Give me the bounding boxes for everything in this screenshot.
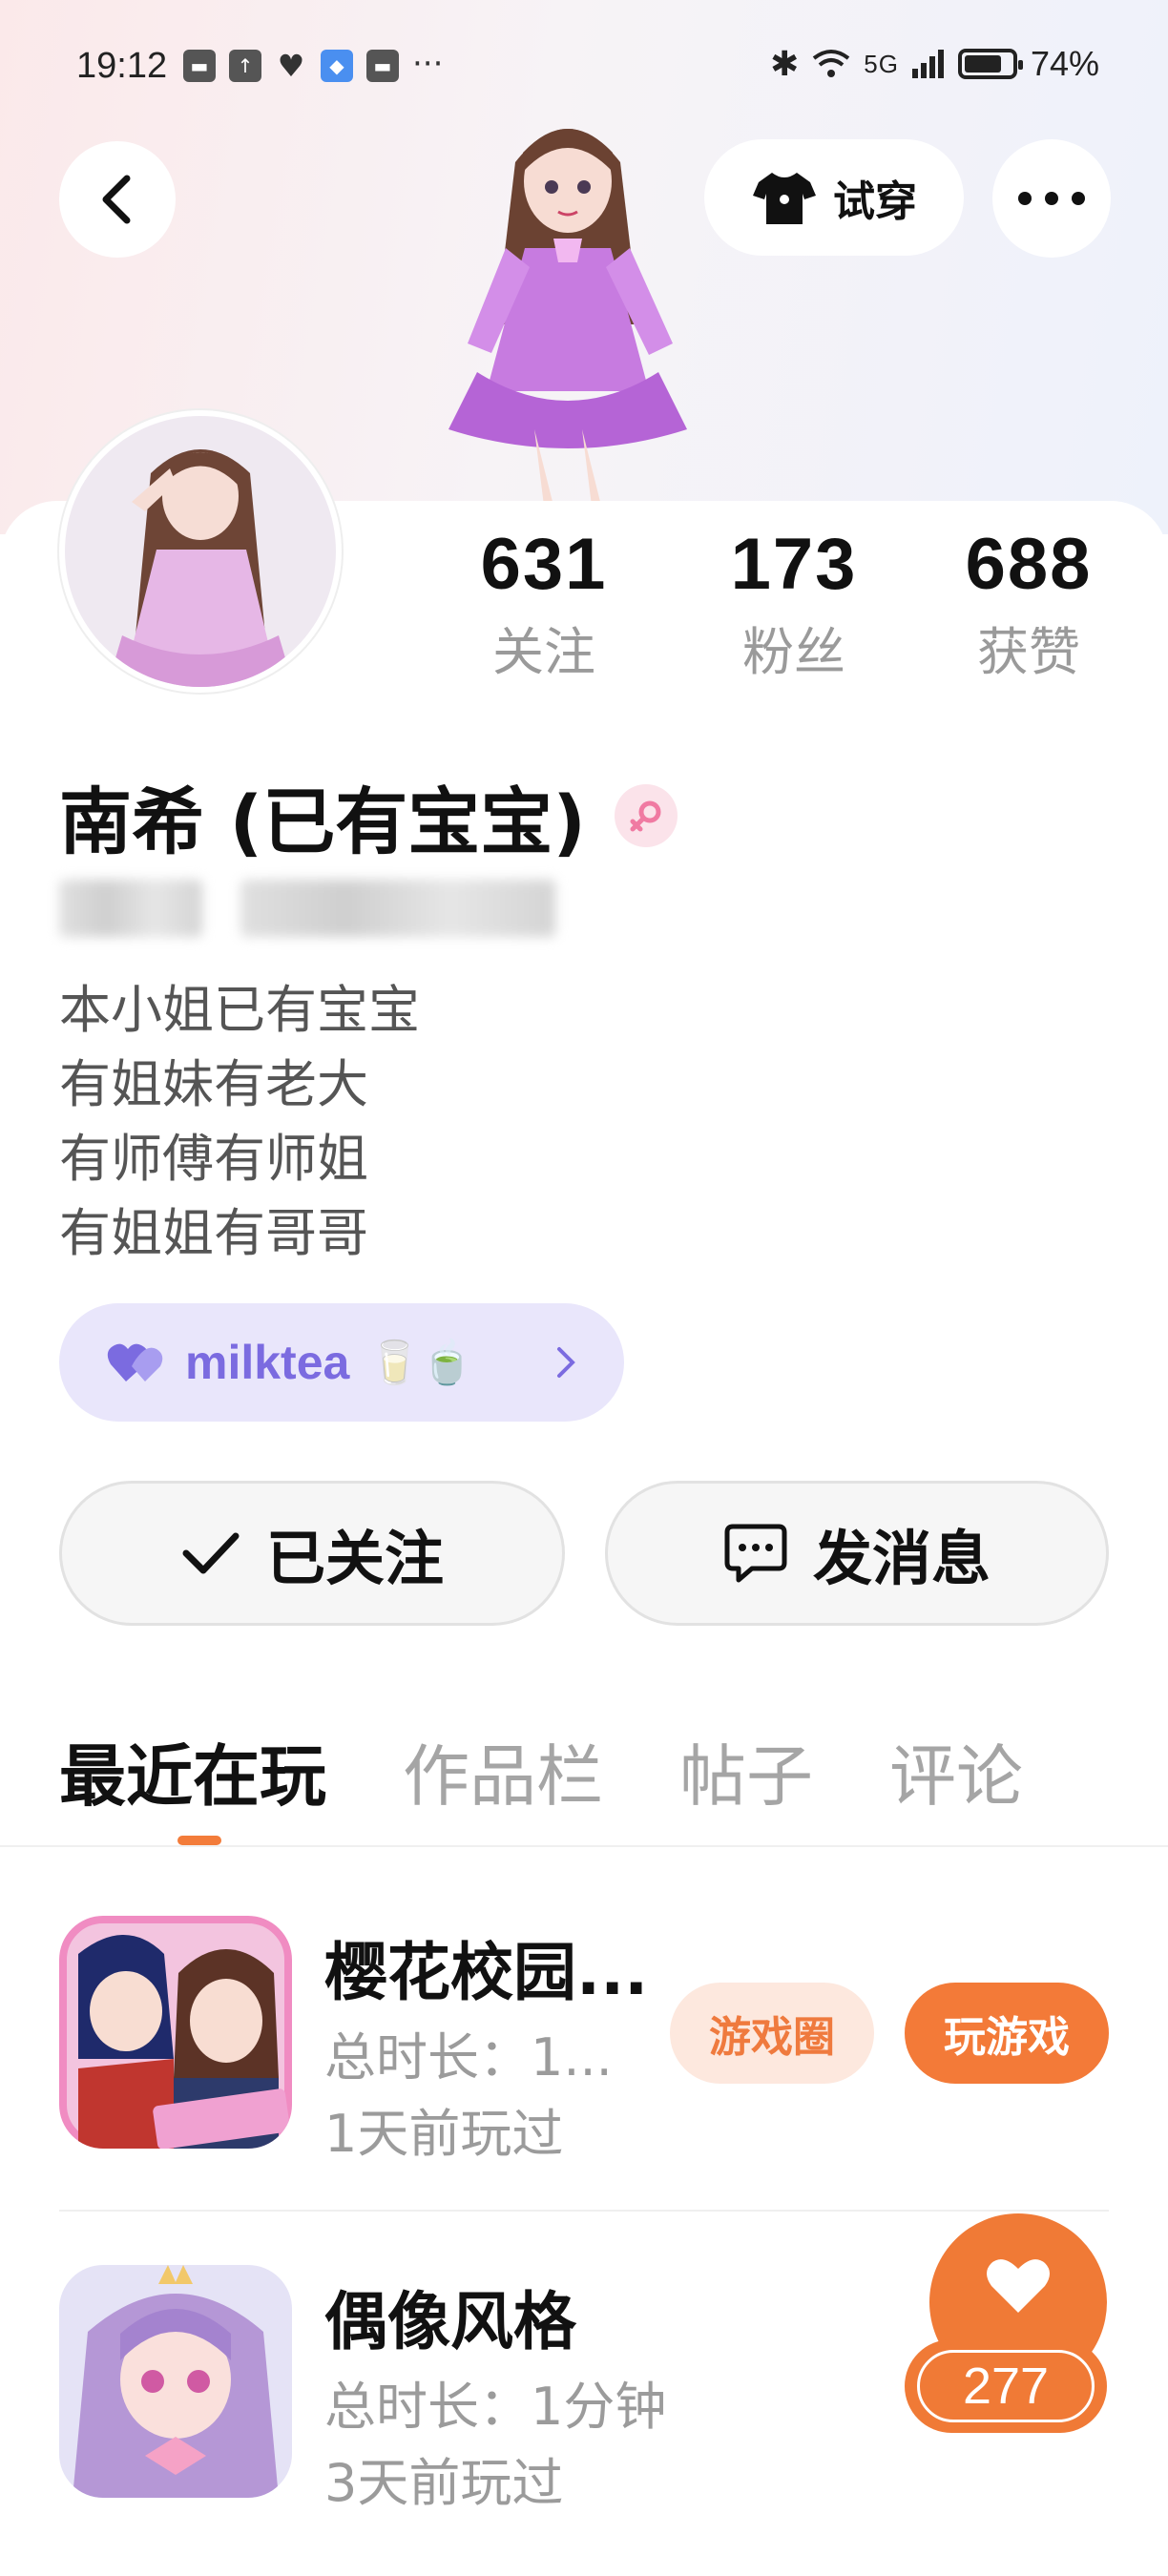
send-message-label: 发消息 bbox=[812, 1524, 991, 1593]
game-icon-idol-style bbox=[59, 2265, 292, 2498]
female-gender-icon bbox=[614, 784, 678, 847]
stat-value: 688 bbox=[965, 524, 1093, 605]
chat-bubble-icon bbox=[724, 1524, 787, 1583]
divider bbox=[0, 1845, 1168, 1847]
game-last-played: 3天前玩过 bbox=[324, 2453, 564, 2513]
blurred-text bbox=[59, 880, 202, 937]
game-title: 偶像风格 bbox=[324, 2285, 576, 2358]
like-count: 277 bbox=[917, 2350, 1095, 2422]
system-status-icons: ✱ 5G 74% bbox=[770, 44, 1099, 84]
divider bbox=[59, 2210, 1109, 2212]
like-count-badge[interactable]: 277 bbox=[905, 2339, 1107, 2433]
notification-icons: ▬ ↑ ♥ ◆ ▬ ··· bbox=[183, 45, 444, 84]
active-tab-indicator bbox=[177, 1836, 221, 1845]
app-blue-notification-icon: ◆ bbox=[321, 50, 353, 82]
blurred-id-info bbox=[59, 880, 594, 945]
tab-posts[interactable]: 帖子 bbox=[679, 1723, 813, 1819]
double-heart-icon bbox=[107, 1343, 163, 1381]
following-label: 已关注 bbox=[265, 1524, 444, 1593]
bio: 本小姐已有宝宝 有姐妹有老大 有师傅有师姐 有姐姐有哥哥 bbox=[59, 973, 420, 1271]
chevron-left-icon bbox=[102, 175, 131, 224]
stat-followers[interactable]: 173 粉丝 bbox=[699, 523, 889, 685]
avatar[interactable] bbox=[59, 410, 342, 693]
stat-label: 获赞 bbox=[977, 622, 1080, 682]
play-game-button[interactable]: 玩游戏 bbox=[905, 1983, 1109, 2084]
club-emoji: 🥛🍵 bbox=[368, 1339, 473, 1387]
battery-percent: 74% bbox=[1030, 44, 1099, 83]
user-name: 南希 (已有宝宝) bbox=[59, 779, 586, 864]
status-time: 19:12 bbox=[76, 46, 168, 86]
following-button[interactable]: 已关注 bbox=[59, 1481, 565, 1626]
more-notifications-icon: ··· bbox=[412, 45, 444, 83]
stat-value: 173 bbox=[730, 524, 858, 605]
app-notification-icon: ▬ bbox=[183, 50, 216, 82]
back-button[interactable] bbox=[59, 141, 176, 258]
bio-line: 有师傅有师姐 bbox=[59, 1129, 368, 1189]
more-options-button[interactable] bbox=[992, 139, 1111, 258]
heart-icon bbox=[987, 2259, 1050, 2313]
avatar-image bbox=[65, 416, 336, 687]
stat-label: 粉丝 bbox=[742, 622, 845, 682]
game-last-played: 1天前玩过 bbox=[324, 2104, 564, 2164]
bluetooth-icon: ✱ bbox=[770, 44, 800, 83]
chevron-right-icon bbox=[557, 1347, 575, 1378]
game-item[interactable]: 樱花校园... 总时长：1... 1天前玩过 游戏圈 玩游戏 bbox=[59, 1916, 1109, 2164]
game-duration: 总时长：1分钟 bbox=[324, 2377, 667, 2437]
tab-recently-played[interactable]: 最近在玩 bbox=[59, 1723, 326, 1819]
game-title: 樱花校园... bbox=[324, 1936, 649, 2009]
blurred-text bbox=[240, 880, 555, 937]
stat-following[interactable]: 631 关注 bbox=[448, 523, 639, 685]
profile-stats: 631 关注 173 粉丝 688 获赞 bbox=[448, 523, 1116, 695]
profile-tabs: 最近在玩 作品栏 帖子 评论 bbox=[59, 1723, 1023, 1819]
upload-notification-icon: ↑ bbox=[229, 50, 261, 82]
game-duration: 总时长：1... bbox=[324, 2027, 613, 2088]
tab-works[interactable]: 作品栏 bbox=[403, 1723, 603, 1819]
shirt-icon bbox=[753, 173, 816, 224]
name-row: 南希 (已有宝宝) bbox=[59, 763, 678, 868]
stat-label: 关注 bbox=[492, 622, 595, 682]
game-circle-button[interactable]: 游戏圈 bbox=[670, 1983, 874, 2084]
try-on-label: 试穿 bbox=[833, 177, 917, 226]
signal-icon bbox=[911, 50, 944, 78]
tab-comments[interactable]: 评论 bbox=[889, 1723, 1023, 1819]
app-notification-icon-2: ▬ bbox=[366, 50, 399, 82]
send-message-button[interactable]: 发消息 bbox=[605, 1481, 1109, 1626]
try-on-button[interactable]: 试穿 bbox=[704, 139, 964, 256]
character-avatar-figure bbox=[448, 129, 687, 506]
club-chip[interactable]: milktea 🥛🍵 bbox=[59, 1303, 624, 1422]
wifi-icon bbox=[813, 50, 850, 77]
bio-line: 有姐姐有哥哥 bbox=[59, 1203, 368, 1263]
ellipsis-icon bbox=[1018, 192, 1085, 205]
stat-value: 631 bbox=[480, 524, 608, 605]
checkmark-icon bbox=[182, 1532, 240, 1574]
network-type: 5G bbox=[864, 49, 899, 78]
club-name: milktea bbox=[185, 1336, 350, 1389]
battery-icon bbox=[957, 49, 1023, 79]
heart-notification-icon: ♥ bbox=[277, 48, 305, 84]
bio-line: 有姐妹有老大 bbox=[59, 1054, 368, 1114]
bio-line: 本小姐已有宝宝 bbox=[59, 980, 420, 1040]
game-icon-sakura-school bbox=[59, 1916, 292, 2149]
stat-likes[interactable]: 688 获赞 bbox=[933, 523, 1124, 685]
